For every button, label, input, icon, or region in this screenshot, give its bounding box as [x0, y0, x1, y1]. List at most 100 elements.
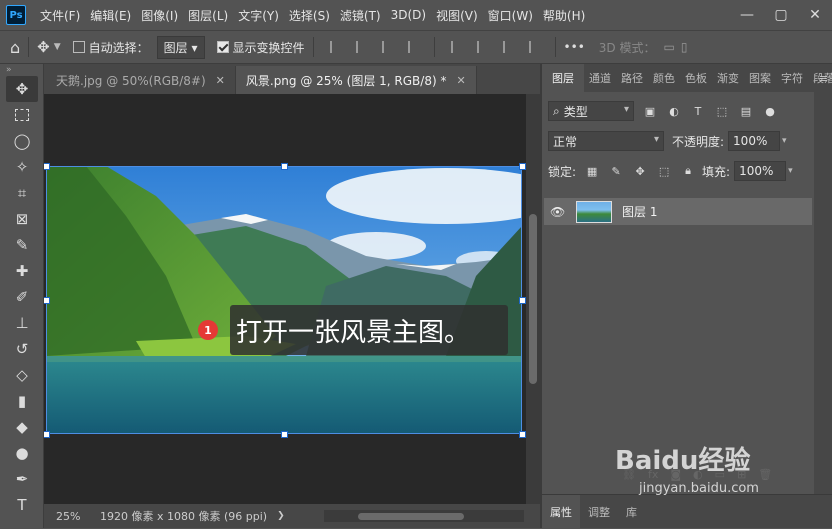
auto-select-checkbox[interactable] [72, 40, 89, 55]
align-left-icon[interactable] [329, 41, 340, 53]
transform-handle-bl[interactable] [44, 431, 50, 438]
blend-mode-dropdown[interactable]: 正常 ▾ [548, 131, 664, 151]
tab-swan[interactable]: 天鹅.jpg @ 50%(RGB/8#) ✕ [46, 66, 236, 94]
healing-brush-icon[interactable]: ✚ [6, 258, 38, 284]
menu-3d[interactable]: 3D(D) [391, 8, 426, 22]
type-tool-icon[interactable]: T [6, 492, 38, 518]
close-icon[interactable]: ✕ [216, 74, 225, 87]
filter-toggle-icon[interactable]: ● [762, 103, 778, 119]
eye-icon[interactable]: 👁︎ [550, 205, 568, 219]
type-filter-icon[interactable]: T [690, 103, 706, 119]
lock-artboard-icon[interactable]: ⬚ [656, 163, 672, 179]
lock-all-icon[interactable]: 🔒︎ [680, 163, 696, 179]
transform-handle-ml[interactable] [44, 297, 50, 304]
chevron-down-icon[interactable]: ▼ [54, 42, 61, 52]
scrollbar-thumb[interactable] [529, 214, 537, 384]
align-right-icon[interactable] [381, 41, 392, 53]
move-tool-icon[interactable]: ✥ [6, 76, 38, 102]
pixel-filter-icon[interactable]: ▣ [642, 103, 658, 119]
tab-color[interactable]: 颜色 [648, 64, 680, 92]
fill-input[interactable]: 100% [734, 161, 787, 181]
tab-libraries[interactable]: 库 [618, 495, 645, 529]
collapse-icon[interactable]: » [0, 64, 43, 76]
pen-tool-icon[interactable]: ✒ [6, 466, 38, 492]
menu-window[interactable]: 窗口(W) [488, 7, 533, 24]
menu-edit[interactable]: 编辑(E) [90, 7, 131, 24]
chevron-down-icon[interactable]: ▾ [788, 166, 793, 176]
canvas-area[interactable]: 1 打开一张风景主图。 [44, 94, 540, 504]
tab-layers[interactable]: 图层 [542, 64, 584, 92]
lock-pixels-icon[interactable]: ✎ [608, 163, 624, 179]
align-bottom-icon[interactable] [502, 41, 513, 53]
layer-name[interactable]: 图层 1 [622, 203, 657, 220]
close-button[interactable]: ✕ [798, 0, 832, 30]
shape-filter-icon[interactable]: ⬚ [714, 103, 730, 119]
more-options-button[interactable]: ••• [564, 40, 585, 54]
menu-image[interactable]: 图像(I) [141, 7, 178, 24]
stamp-tool-icon[interactable]: ⊥ [6, 310, 38, 336]
layer-row[interactable]: 👁︎ 图层 1 [544, 198, 812, 225]
eraser-icon[interactable]: ◇ [6, 362, 38, 388]
lasso-tool-icon[interactable]: ◯ [6, 128, 38, 154]
tab-paths[interactable]: 路径 [616, 64, 648, 92]
menu-layer[interactable]: 图层(L) [188, 7, 228, 24]
transform-handle-tr[interactable] [519, 163, 526, 170]
home-icon[interactable]: ⌂ [10, 38, 20, 57]
align-center-icon[interactable] [355, 41, 366, 53]
gradient-tool-icon[interactable]: ▮ [6, 388, 38, 414]
show-transform-checkbox[interactable] [216, 40, 233, 55]
tab-properties[interactable]: 属性 [542, 494, 580, 529]
panel-scrollbar[interactable] [814, 92, 832, 494]
align-top-icon[interactable] [450, 41, 461, 53]
dodge-tool-icon[interactable]: ● [6, 440, 38, 466]
restore-button[interactable]: ▢ [764, 0, 798, 30]
brush-tool-icon[interactable]: ✐ [6, 284, 38, 310]
align-middle-icon[interactable] [476, 41, 487, 53]
tab-landscape[interactable]: 风景.png @ 25% (图层 1, RGB/8) * ✕ [235, 66, 477, 94]
menu-select[interactable]: 选择(S) [289, 7, 330, 24]
opacity-input[interactable]: 100% [728, 131, 781, 151]
tab-swatches[interactable]: 色板 [680, 64, 712, 92]
menu-filter[interactable]: 滤镜(T) [340, 7, 381, 24]
smart-object-filter-icon[interactable]: ▤ [738, 103, 754, 119]
status-expand-icon[interactable]: ❯ [277, 511, 285, 521]
menu-view[interactable]: 视图(V) [436, 7, 478, 24]
history-brush-icon[interactable]: ↺ [6, 336, 38, 362]
tab-channels[interactable]: 通道 [584, 64, 616, 92]
auto-select-dropdown[interactable]: 图层 ▾ [156, 35, 205, 59]
transform-handle-bc[interactable] [281, 431, 288, 438]
scrollbar-thumb[interactable] [358, 513, 464, 520]
zoom-level[interactable]: 25% [56, 510, 96, 523]
blur-tool-icon[interactable]: ◆ [6, 414, 38, 440]
horizontal-scrollbar[interactable] [324, 510, 524, 522]
transform-handle-mr[interactable] [519, 297, 526, 304]
eyedropper-icon[interactable]: ✎ [6, 232, 38, 258]
close-icon[interactable]: ✕ [456, 74, 465, 87]
transform-handle-tl[interactable] [44, 163, 50, 170]
lock-transparency-icon[interactable]: ▦ [584, 163, 600, 179]
marquee-tool-icon[interactable] [6, 102, 38, 128]
distribute-icon[interactable] [407, 41, 418, 53]
layer-filter-dropdown[interactable]: ⌕ 类型 ▾ [548, 101, 634, 121]
lock-position-icon[interactable]: ✥ [632, 163, 648, 179]
adjustment-filter-icon[interactable]: ◐ [666, 103, 682, 119]
landscape-image[interactable] [46, 166, 522, 434]
chevron-down-icon[interactable]: ▾ [782, 136, 787, 146]
camera-icon[interactable]: ▭ [663, 40, 674, 54]
transform-handle-br[interactable] [519, 431, 526, 438]
minimize-button[interactable]: — [730, 0, 764, 30]
tab-character[interactable]: 字符 [776, 64, 808, 92]
tab-patterns[interactable]: 图案 [744, 64, 776, 92]
tab-adjustments[interactable]: 调整 [580, 495, 618, 529]
trash-icon[interactable]: 🗑︎ [758, 468, 772, 481]
frame-tool-icon[interactable]: ⊠ [6, 206, 38, 232]
menu-file[interactable]: 文件(F) [40, 7, 80, 24]
distribute-vertical-icon[interactable] [528, 41, 539, 53]
crop-tool-icon[interactable]: ⌗ [6, 180, 38, 206]
panel-menu-icon[interactable]: ≡ [819, 72, 828, 85]
menu-type[interactable]: 文字(Y) [238, 7, 279, 24]
magic-wand-icon[interactable]: ✧ [6, 154, 38, 180]
transform-handle-tc[interactable] [281, 163, 288, 170]
arrange-icon[interactable]: ▯ [681, 40, 688, 54]
vertical-scrollbar[interactable] [526, 94, 540, 504]
